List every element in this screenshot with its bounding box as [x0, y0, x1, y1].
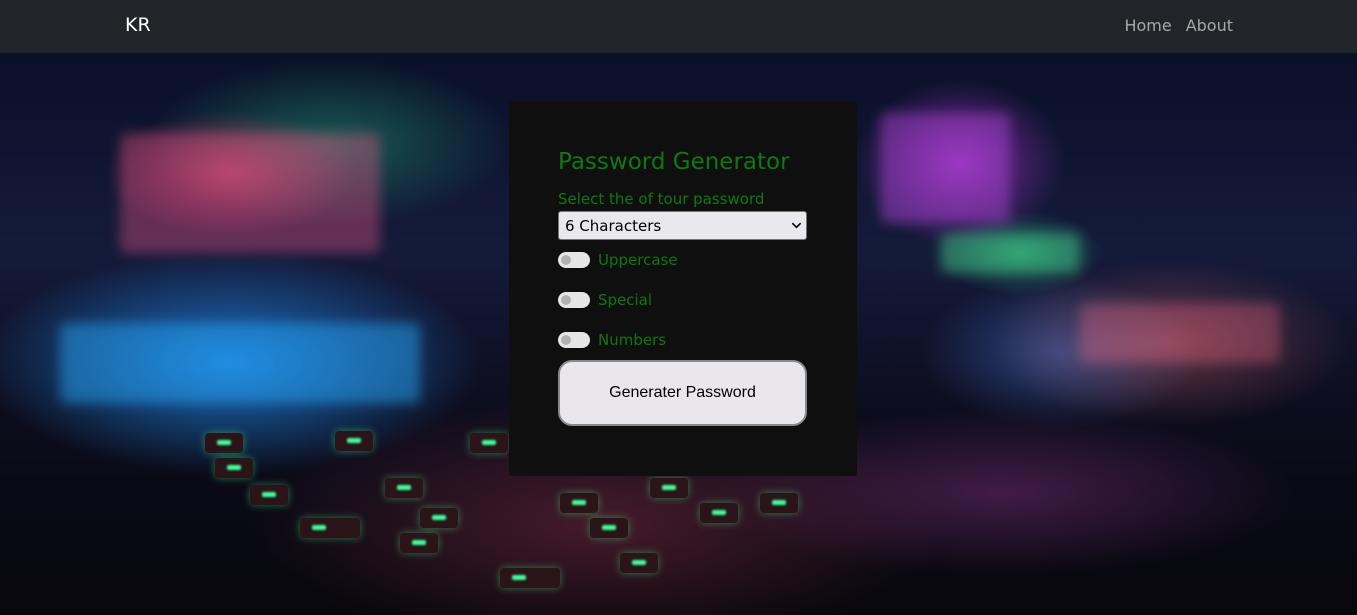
nav-link-home[interactable]: Home [1124, 16, 1171, 35]
keyboard-key [760, 493, 798, 513]
length-select-value: 6 Characters [565, 217, 662, 235]
numbers-option: Numbers [558, 329, 666, 351]
keyboard-key [205, 433, 243, 453]
keyboard-key [385, 478, 423, 498]
keyboard-key [560, 493, 598, 513]
keyboard-key [650, 478, 688, 498]
length-select[interactable]: 6 Characters [558, 211, 807, 240]
keyboard-key [590, 518, 628, 538]
uppercase-option: Uppercase [558, 249, 678, 271]
keyboard-key [300, 518, 360, 538]
navbar: KR Home About [0, 0, 1357, 53]
keyboard-key [500, 568, 560, 588]
keyboard-key [400, 533, 438, 553]
neon-glow [60, 323, 420, 403]
keyboard-key [470, 433, 508, 453]
length-select-label: Select the of tour password [558, 190, 765, 208]
keyboard-key [620, 553, 658, 573]
keyboard-key [420, 508, 458, 528]
keyboard-key [215, 458, 253, 478]
neon-glow [1080, 303, 1280, 363]
generate-password-button[interactable]: Generater Password [558, 360, 807, 426]
special-toggle[interactable] [558, 292, 590, 308]
keyboard-key [335, 431, 373, 451]
toggle-knob [561, 335, 571, 345]
uppercase-toggle[interactable] [558, 252, 590, 268]
toggle-knob [561, 295, 571, 305]
numbers-label: Numbers [598, 331, 667, 349]
nav-links: Home About [1124, 16, 1233, 35]
brand-logo[interactable]: KR [125, 14, 151, 36]
neon-glow [940, 233, 1080, 273]
neon-glow [880, 113, 1010, 223]
neon-glow [120, 133, 380, 253]
nav-link-about[interactable]: About [1186, 16, 1233, 35]
special-label: Special [598, 291, 653, 309]
keyboard-key [700, 503, 738, 523]
numbers-toggle[interactable] [558, 332, 590, 348]
uppercase-label: Uppercase [598, 251, 678, 269]
chevron-down-icon [792, 222, 801, 229]
toggle-knob [561, 255, 571, 265]
password-generator-card: Password Generator Select the of tour pa… [509, 101, 857, 476]
special-option: Special [558, 289, 652, 311]
page-title: Password Generator [558, 149, 790, 175]
keyboard-key [250, 485, 288, 505]
